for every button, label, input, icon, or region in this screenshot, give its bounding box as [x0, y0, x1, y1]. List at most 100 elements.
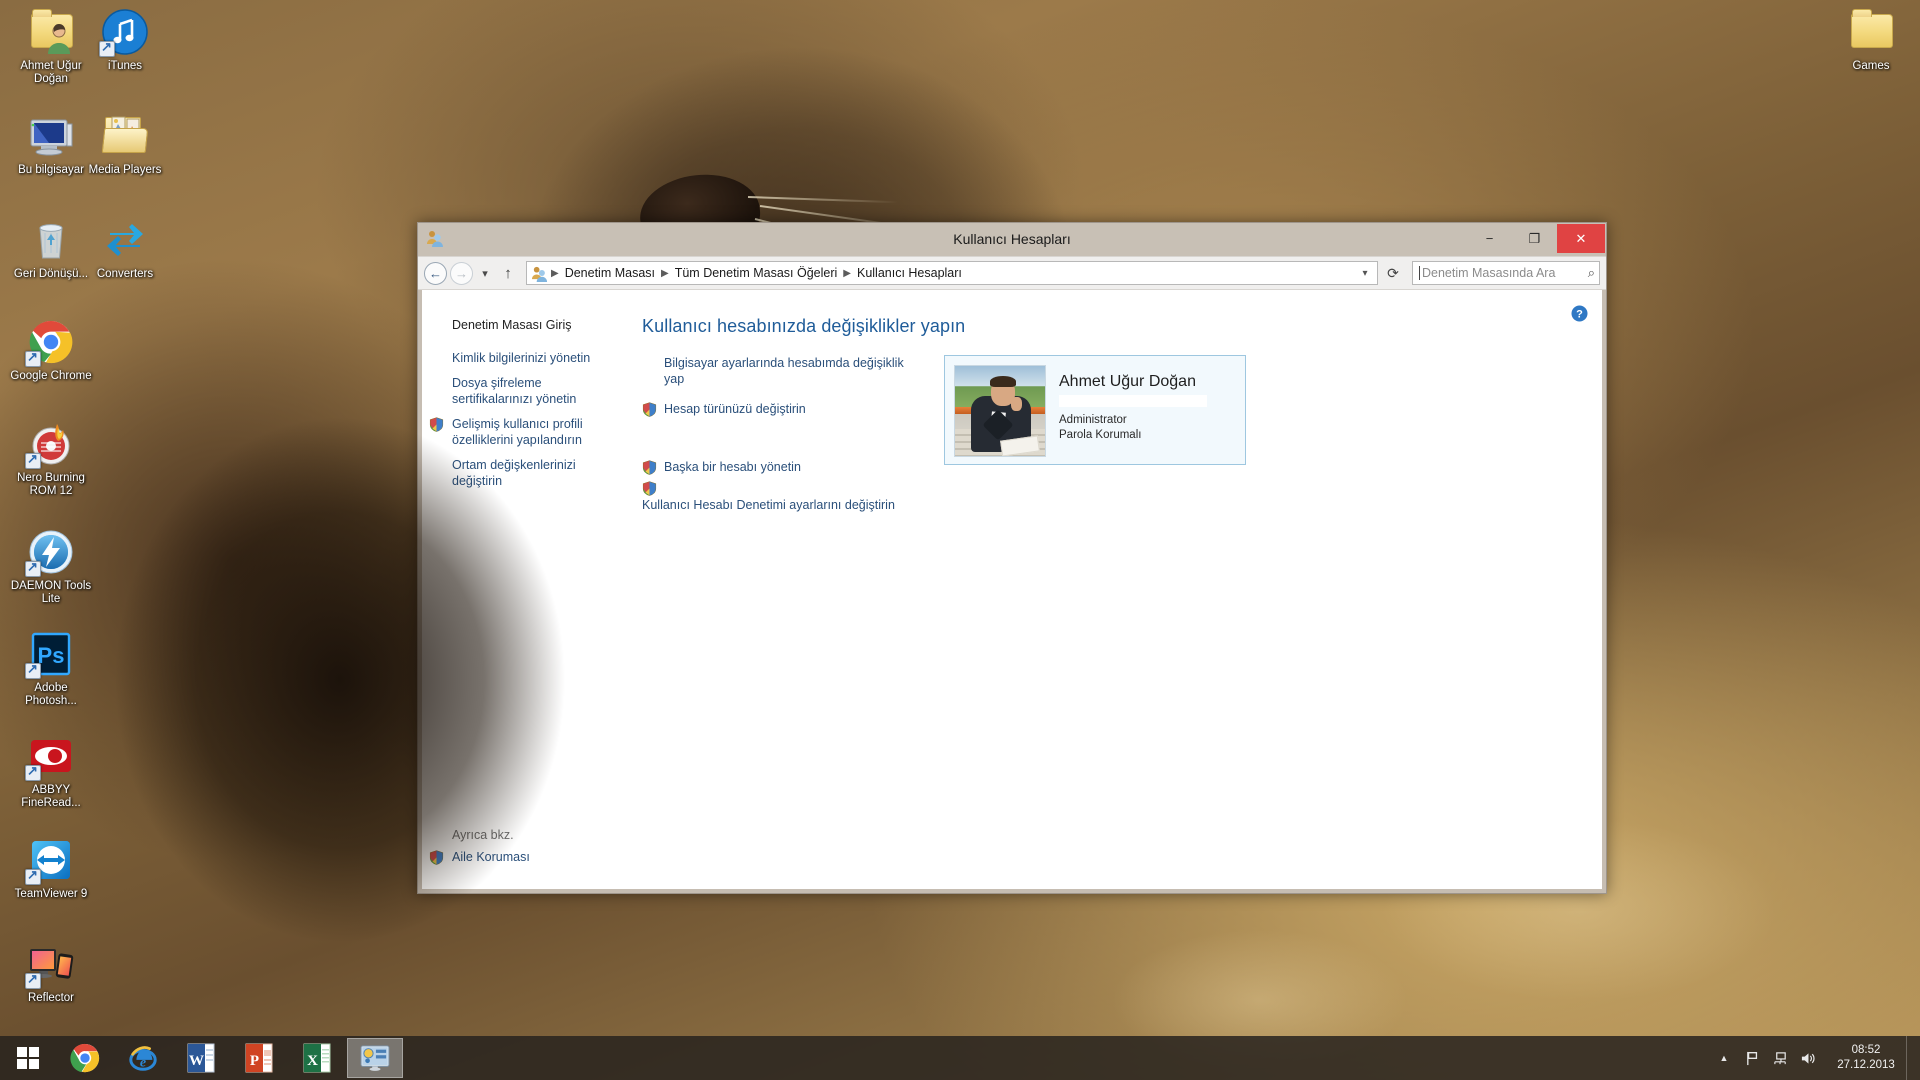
desktop-icon-abbyy[interactable]: ABBYY FineRead...	[8, 732, 94, 810]
taskbar[interactable]: e W P X ▲ 08:52 27.12.2013	[0, 1036, 1920, 1080]
search-input[interactable]: Denetim Masasında Ara ⌕	[1412, 261, 1600, 285]
desktop-icon-label: ABBYY FineRead...	[21, 784, 81, 809]
clock[interactable]: 08:52 27.12.2013	[1822, 1043, 1906, 1073]
wallpaper-whisker	[747, 196, 898, 204]
link-change-uac-settings[interactable]: Kullanıcı Hesabı Denetimi ayarlarını değ…	[642, 481, 927, 513]
user-folder-icon	[27, 8, 75, 56]
chrome-icon	[70, 1043, 100, 1073]
show-desktop-button[interactable]	[1906, 1036, 1914, 1080]
taskbar-button-powerpoint[interactable]: P	[231, 1038, 287, 1078]
breadcrumb-item-control-panel[interactable]: Denetim Masası	[560, 264, 660, 282]
desktop-icon-daemon[interactable]: DAEMON Tools Lite	[8, 528, 94, 606]
desktop-icon-photoshop[interactable]: Ps Adobe Photosh...	[8, 630, 94, 708]
taskbar-button-control-panel[interactable]	[347, 1038, 403, 1078]
back-arrow-icon[interactable]: ←	[424, 261, 447, 285]
uac-shield-icon	[642, 402, 657, 417]
uac-shield-icon	[429, 417, 444, 432]
maximize-button[interactable]: ❐	[1512, 224, 1557, 253]
search-placeholder: Denetim Masasında Ara	[1422, 266, 1556, 280]
desktop-icon-teamviewer[interactable]: TeamViewer 9	[8, 836, 94, 901]
uac-shield-icon	[429, 849, 444, 865]
navigation-bar[interactable]: ← → ▾ ↑ ▶ Denetim Masası ▶ Tüm Denetim M…	[418, 256, 1606, 290]
close-button[interactable]: ✕	[1557, 224, 1605, 253]
sidebar-item-environment-variables[interactable]: Ortam değişkenlerinizi değiştirin	[422, 456, 617, 491]
refresh-icon[interactable]: ⟳	[1381, 265, 1405, 282]
sidebar-item-file-encryption-certificates[interactable]: Dosya şifreleme sertifikalarınızı yöneti…	[422, 374, 617, 409]
up-arrow-icon[interactable]: ↑	[497, 265, 519, 282]
volume-icon[interactable]	[1794, 1036, 1822, 1080]
user-accounts-window[interactable]: Kullanıcı Hesapları − ❐ ✕ ← → ▾ ↑ ▶ Dene…	[417, 222, 1607, 894]
sidebar-item-label: Gelişmiş kullanıcı profili özelliklerini…	[452, 417, 583, 447]
desktop-icon-games-folder[interactable]: Games	[1828, 8, 1914, 73]
desktop[interactable]: Ahmet Uğur DoğaniTunesBu bilgisayarMedia…	[0, 0, 1920, 1080]
breadcrumb-item-user-accounts[interactable]: Kullanıcı Hesapları	[852, 264, 967, 282]
content-columns: Bilgisayar ayarlarında hesabımda değişik…	[617, 337, 1602, 527]
account-card[interactable]: Ahmet Uğur Doğan Administrator Parola Ko…	[944, 355, 1246, 465]
converters-icon	[101, 216, 149, 264]
window-title: Kullanıcı Hesapları	[953, 231, 1071, 247]
taskbar-button-internet-explorer[interactable]: e	[115, 1038, 171, 1078]
main-content: ? Kullanıcı hesabınızda değişiklikler ya…	[617, 290, 1602, 889]
forward-arrow-icon[interactable]: →	[450, 261, 473, 285]
sidebar-item-manage-credentials[interactable]: Kimlik bilgilerinizi yönetin	[422, 349, 617, 369]
desktop-icon-nero[interactable]: Nero Burning ROM 12	[8, 420, 94, 498]
recent-locations-chevron-down-icon[interactable]: ▾	[476, 267, 494, 280]
desktop-icon-converters[interactable]: Converters	[82, 216, 168, 281]
window-body: Denetim Masası Giriş Kimlik bilgileriniz…	[418, 290, 1606, 893]
show-hidden-icons-chevron-up-icon[interactable]: ▲	[1710, 1036, 1738, 1080]
uac-shield-icon	[642, 460, 657, 475]
shortcut-arrow-icon	[25, 763, 41, 781]
window-title-bar[interactable]: Kullanıcı Hesapları − ❐ ✕	[418, 223, 1606, 256]
account-info: Ahmet Uğur Doğan Administrator Parola Ko…	[1046, 365, 1207, 455]
desktop-icon-reflector[interactable]: Reflector	[8, 940, 94, 1005]
start-logo	[17, 1047, 39, 1069]
shortcut-arrow-icon	[25, 559, 41, 577]
sidebar-item-label: Ortam değişkenlerinizi değiştirin	[452, 458, 576, 488]
breadcrumb[interactable]: ▶ Denetim Masası ▶ Tüm Denetim Masası Öğ…	[526, 261, 1378, 285]
see-also-item-family-safety[interactable]: Aile Koruması	[422, 848, 617, 868]
word-icon: W	[187, 1043, 215, 1073]
see-also-section: Ayrıca bkz. Aile Koruması	[422, 826, 617, 890]
link-change-account-in-pc-settings[interactable]: Bilgisayar ayarlarında hesabımda değişik…	[642, 355, 924, 387]
avatar[interactable]	[954, 365, 1046, 457]
link-change-account-type[interactable]: Hesap türünüzü değiştirin	[642, 401, 927, 417]
clock-date: 27.12.2013	[1837, 1059, 1895, 1071]
desktop-icon-label: iTunes	[107, 60, 143, 72]
breadcrumb-separator: ▶	[843, 267, 851, 279]
avatar-hand	[1011, 397, 1022, 411]
games-folder-icon	[1847, 8, 1895, 56]
taskbar-button-word[interactable]: W	[173, 1038, 229, 1078]
taskbar-button-chrome[interactable]	[57, 1038, 113, 1078]
breadcrumb-chevron-down-icon[interactable]: ▾	[1355, 268, 1375, 279]
sidebar-item-home[interactable]: Denetim Masası Giriş	[422, 316, 617, 336]
desktop-icon-label: Google Chrome	[10, 370, 92, 382]
breadcrumb-item-all-items[interactable]: Tüm Denetim Masası Öğeleri	[670, 264, 843, 282]
desktop-icon-label: Reflector	[27, 992, 75, 1004]
taskbar-button-excel[interactable]: X	[289, 1038, 345, 1078]
desktop-icon-media-folder[interactable]: Media Players	[82, 112, 168, 177]
internet-explorer-icon: e	[129, 1046, 157, 1071]
desktop-icon-label: Converters	[96, 268, 154, 280]
shortcut-arrow-icon	[25, 661, 41, 679]
desktop-icon-label: Media Players	[88, 164, 162, 176]
action-center-flag-icon[interactable]	[1738, 1036, 1766, 1080]
shortcut-arrow-icon	[99, 39, 115, 57]
shortcut-arrow-icon	[25, 867, 41, 885]
link-manage-another-account[interactable]: Başka bir hesabı yönetin	[642, 459, 927, 475]
shortcut-arrow-icon	[25, 451, 41, 469]
help-icon[interactable]: ?	[1571, 305, 1588, 322]
desktop-icon-chrome[interactable]: Google Chrome	[8, 318, 94, 383]
network-icon[interactable]	[1766, 1036, 1794, 1080]
desktop-icon-itunes[interactable]: iTunes	[82, 8, 168, 73]
search-icon[interactable]: ⌕	[1588, 265, 1595, 281]
sidebar-item-advanced-user-profile[interactable]: Gelişmiş kullanıcı profili özelliklerini…	[422, 415, 617, 450]
windows-start-icon[interactable]	[0, 1036, 56, 1080]
excel-icon: X	[303, 1043, 331, 1073]
computer-icon	[27, 112, 75, 160]
desktop-icon-label: Games	[1852, 60, 1890, 72]
avatar-hair	[990, 376, 1016, 387]
sidebar: Denetim Masası Giriş Kimlik bilgileriniz…	[422, 290, 617, 889]
minimize-button[interactable]: −	[1467, 224, 1512, 253]
account-name: Ahmet Uğur Doğan	[1059, 373, 1196, 390]
